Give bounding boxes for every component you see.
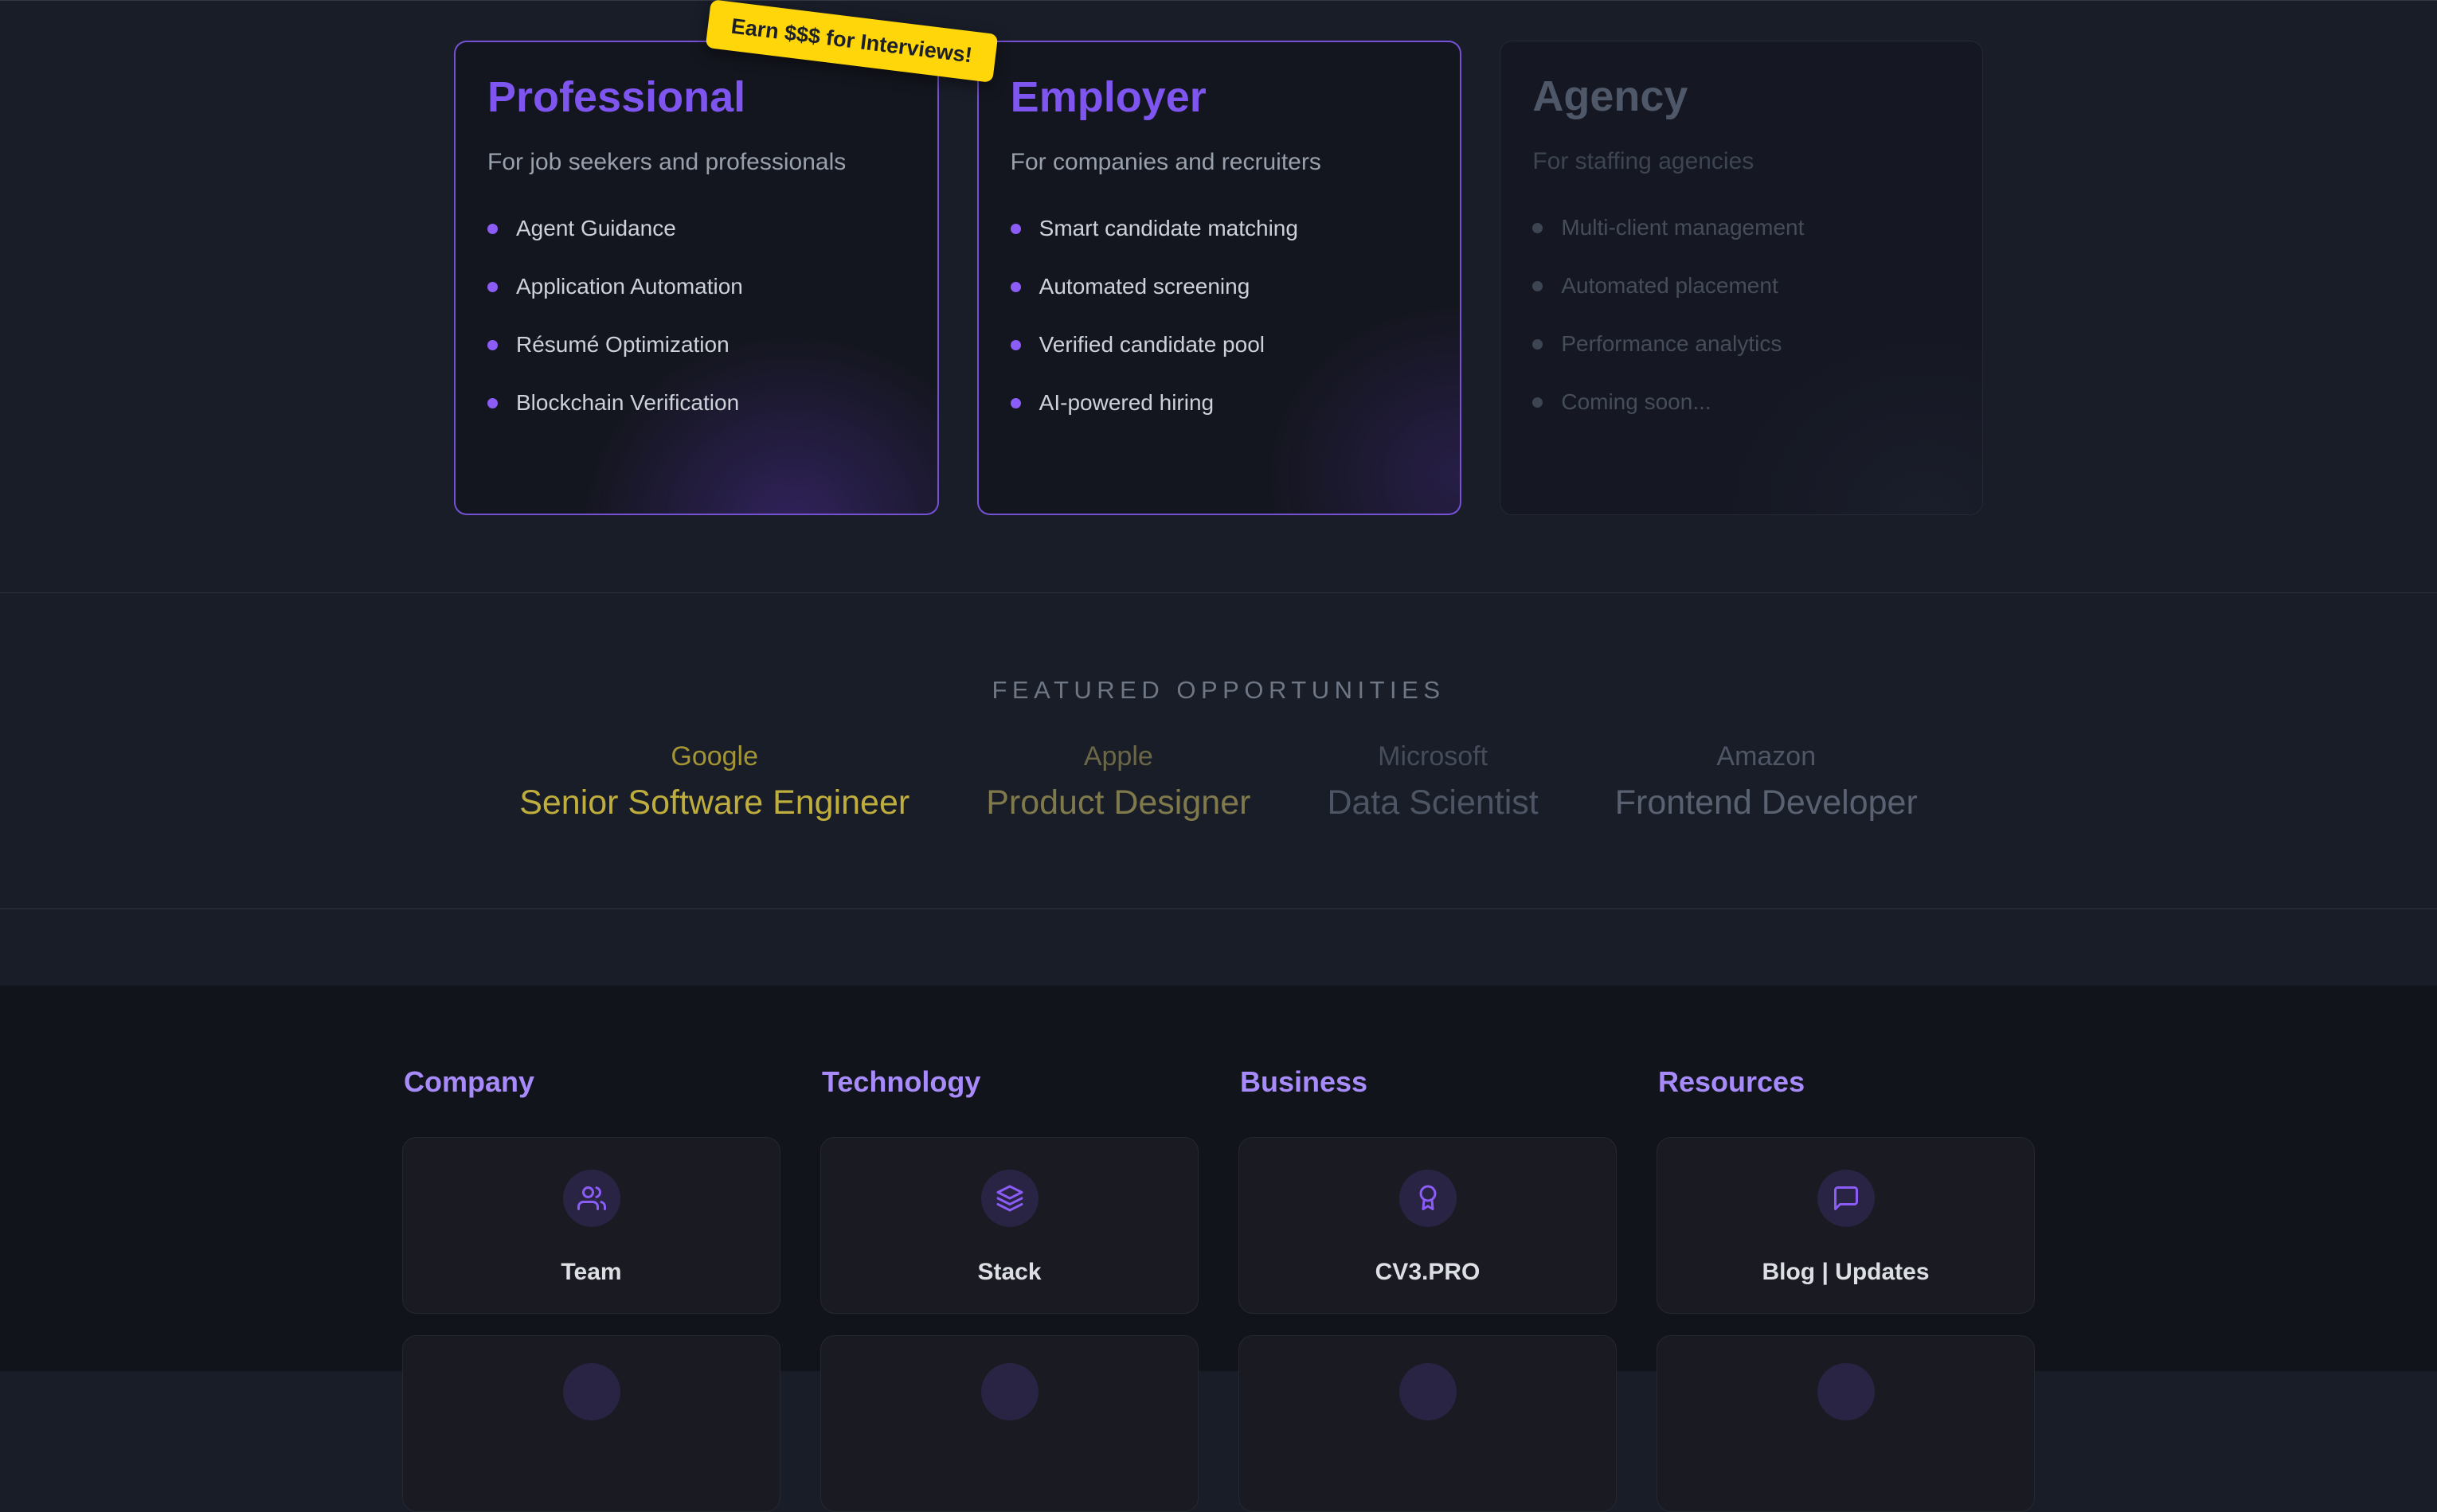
job-company: Google [519,741,909,772]
job-title: Product Designer [986,783,1250,822]
footer-card-label: Stack [977,1259,1041,1286]
plan-subtitle: For job seekers and professionals [487,149,906,176]
plan-feature: Automated screening [1011,275,1429,298]
footer-column-technology: Technology Stack [820,1065,1199,1512]
plan-feature: Performance analytics [1532,333,1950,355]
plan-feature-label: Automated placement [1561,273,1778,299]
icon-circle [1399,1170,1457,1227]
plan-feature: Smart candidate matching [1011,217,1429,240]
bullet-dot-icon [487,398,498,408]
bullet-dot-icon [1011,340,1021,350]
icon-circle [563,1170,620,1227]
plans-row: Earn $$$ for Interviews! Professional Fo… [454,41,1983,515]
plans-section: Earn $$$ for Interviews! Professional Fo… [0,0,2437,593]
plan-feature: Coming soon... [1532,391,1950,413]
plan-feature: Multi-client management [1532,217,1950,239]
plan-feature: Résumé Optimization [487,334,906,356]
plan-card-professional[interactable]: Earn $$$ for Interviews! Professional Fo… [454,41,939,515]
footer-card-stack[interactable]: Stack [820,1137,1199,1314]
plan-feature-label: Automated screening [1039,274,1250,299]
plan-subtitle: For companies and recruiters [1011,149,1429,176]
footer-card-label: Team [561,1259,621,1286]
job-title: Data Scientist [1327,783,1538,822]
plan-feature-label: Verified candidate pool [1039,332,1265,357]
footer-column-heading: Resources [1658,1065,2035,1099]
featured-opportunities-section: FEATURED OPPORTUNITIES Google Senior Sof… [0,593,2437,909]
job-item-google[interactable]: Google Senior Software Engineer [519,741,909,822]
plan-feature-label: Résumé Optimization [516,332,730,357]
bullet-dot-icon [1532,397,1543,408]
footer-column-resources: Resources Blog | Updates [1657,1065,2035,1512]
job-item-apple[interactable]: Apple Product Designer [986,741,1250,822]
footer-card-partial[interactable] [820,1335,1199,1512]
plan-feature-label: AI-powered hiring [1039,390,1214,416]
footer-card-partial[interactable] [402,1335,780,1512]
job-title: Senior Software Engineer [519,783,909,822]
footer-card-label: Blog | Updates [1762,1259,1929,1286]
bullet-dot-icon [1011,398,1021,408]
bullet-dot-icon [1532,281,1543,291]
award-icon [1414,1184,1442,1213]
plan-subtitle: For staffing agencies [1532,148,1950,175]
bullet-dot-icon [487,224,498,234]
job-item-microsoft[interactable]: Microsoft Data Scientist [1327,741,1538,822]
footer-column-company: Company Team [402,1065,780,1512]
users-icon [577,1184,606,1213]
plan-feature: Application Automation [487,275,906,298]
plan-feature-label: Multi-client management [1561,215,1804,240]
bullet-dot-icon [487,282,498,292]
job-company: Apple [986,741,1250,772]
plan-feature-label: Application Automation [516,274,743,299]
plan-feature: Automated placement [1532,275,1950,297]
footer-card-team[interactable]: Team [402,1137,780,1314]
bullet-dot-icon [1011,224,1021,234]
bullet-dot-icon [1011,282,1021,292]
job-company: Microsoft [1327,741,1538,772]
promo-badge: Earn $$$ for Interviews! [706,0,998,83]
plan-feature-label: Agent Guidance [516,216,676,241]
chat-bubble-icon [1832,1184,1860,1213]
job-title: Frontend Developer [1615,783,1918,822]
job-company: Amazon [1615,741,1918,772]
plan-feature-label: Smart candidate matching [1039,216,1298,241]
featured-heading: FEATURED OPPORTUNITIES [0,676,2437,705]
footer-card-partial[interactable] [1238,1335,1617,1512]
plan-feature-label: Performance analytics [1561,331,1782,357]
plan-feature-list: Multi-client management Automated placem… [1532,217,1950,413]
bullet-dot-icon [1532,339,1543,350]
footer-column-heading: Business [1240,1065,1617,1099]
bullet-dot-icon [1532,223,1543,233]
footer-grid: Company Team Technology [402,1065,2035,1512]
job-item-amazon[interactable]: Amazon Frontend Developer [1615,741,1918,822]
footer-card-partial[interactable] [1657,1335,2035,1512]
plan-card-employer[interactable]: Employer For companies and recruiters Sm… [977,41,1462,515]
featured-jobs-row: Google Senior Software Engineer Apple Pr… [0,741,2437,822]
plan-feature: Agent Guidance [487,217,906,240]
plan-feature: Blockchain Verification [487,392,906,414]
bullet-dot-icon [487,340,498,350]
icon-circle [981,1170,1039,1227]
plan-title: Professional [487,72,906,122]
plan-feature-list: Smart candidate matching Automated scree… [1011,217,1429,414]
plan-feature-label: Blockchain Verification [516,390,739,416]
footer: Company Team Technology [0,986,2437,1371]
footer-card-cv3pro[interactable]: CV3.PRO [1238,1137,1617,1314]
layers-icon [996,1184,1024,1213]
plan-feature: Verified candidate pool [1011,334,1429,356]
footer-card-blog-updates[interactable]: Blog | Updates [1657,1137,2035,1314]
footer-column-heading: Technology [822,1065,1199,1099]
icon-circle [1817,1170,1875,1227]
footer-column-business: Business CV3.PRO [1238,1065,1617,1512]
footer-card-label: CV3.PRO [1375,1259,1481,1286]
plan-feature-label: Coming soon... [1561,389,1711,415]
plan-feature: AI-powered hiring [1011,392,1429,414]
plan-title: Employer [1011,72,1429,122]
spacer-strip [0,909,2437,986]
plan-title: Agency [1532,72,1950,121]
plan-card-agency: Agency For staffing agencies Multi-clien… [1500,41,1983,515]
plan-feature-list: Agent Guidance Application Automation Ré… [487,217,906,414]
footer-column-heading: Company [404,1065,780,1099]
